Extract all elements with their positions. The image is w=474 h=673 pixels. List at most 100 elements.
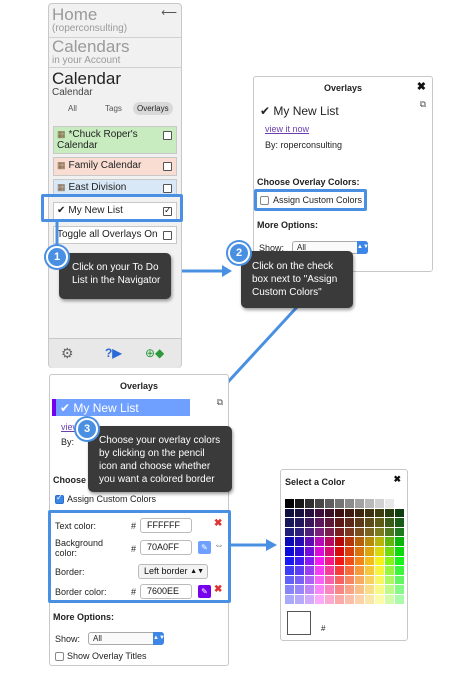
color-swatch[interactable] <box>355 527 364 537</box>
color-swatch[interactable] <box>335 508 344 518</box>
border-select[interactable]: Left border ▲▼ <box>138 564 208 579</box>
color-swatch[interactable] <box>395 595 404 604</box>
color-swatch[interactable] <box>315 585 324 594</box>
color-swatch[interactable] <box>295 537 304 546</box>
pencil-icon[interactable]: ✎ <box>198 585 211 598</box>
color-swatch[interactable] <box>295 556 304 566</box>
color-swatch[interactable] <box>355 595 364 604</box>
color-swatch[interactable] <box>295 527 304 537</box>
color-swatch[interactable] <box>385 527 394 537</box>
color-swatch[interactable] <box>365 527 374 537</box>
color-swatch[interactable] <box>305 499 314 508</box>
color-swatch[interactable] <box>285 518 294 527</box>
assign-custom-colors-checkbox[interactable] <box>260 196 269 205</box>
color-swatch[interactable] <box>395 527 404 537</box>
color-swatch[interactable] <box>335 499 344 508</box>
color-swatch[interactable] <box>375 527 384 537</box>
color-swatch[interactable] <box>325 518 334 527</box>
color-swatch[interactable] <box>375 518 384 527</box>
color-swatch[interactable] <box>315 508 324 518</box>
color-swatch[interactable] <box>335 595 344 604</box>
show-select[interactable]: All ▲▼ <box>88 632 165 645</box>
color-swatch[interactable] <box>335 575 344 585</box>
color-swatch[interactable] <box>395 508 404 518</box>
color-swatch[interactable] <box>375 585 384 594</box>
color-swatch[interactable] <box>315 595 324 604</box>
color-swatch[interactable] <box>365 518 374 527</box>
color-swatch[interactable] <box>385 508 394 518</box>
color-swatch[interactable] <box>345 585 354 594</box>
color-swatch[interactable] <box>305 575 314 585</box>
color-swatch[interactable] <box>365 499 374 508</box>
color-swatch[interactable] <box>345 499 354 508</box>
color-swatch[interactable] <box>355 537 364 546</box>
color-swatch[interactable] <box>375 499 384 508</box>
color-swatch[interactable] <box>355 499 364 508</box>
color-swatch[interactable] <box>305 585 314 594</box>
color-swatch[interactable] <box>325 508 334 518</box>
show-overlay-titles-checkbox[interactable] <box>55 652 64 661</box>
color-swatch[interactable] <box>315 537 324 546</box>
color-swatch[interactable] <box>325 537 334 546</box>
color-swatch[interactable] <box>295 566 304 575</box>
color-swatch[interactable] <box>305 527 314 537</box>
color-swatch[interactable] <box>285 585 294 594</box>
color-swatch[interactable] <box>305 537 314 546</box>
color-swatch[interactable] <box>395 547 404 556</box>
color-swatch[interactable] <box>385 547 394 556</box>
color-swatch[interactable] <box>355 508 364 518</box>
color-swatch[interactable] <box>315 556 324 566</box>
color-swatch[interactable] <box>385 595 394 604</box>
clear-color-icon[interactable]: ✖ <box>214 518 222 529</box>
color-swatch[interactable] <box>315 575 324 585</box>
color-swatch[interactable] <box>355 566 364 575</box>
color-swatch[interactable] <box>335 537 344 546</box>
color-swatch[interactable] <box>315 527 324 537</box>
color-swatch[interactable] <box>385 566 394 575</box>
color-swatch[interactable] <box>345 566 354 575</box>
color-swatch[interactable] <box>365 595 374 604</box>
color-swatch[interactable] <box>335 547 344 556</box>
color-swatch[interactable] <box>315 499 324 508</box>
clear-color-icon[interactable]: ✖ <box>214 584 222 595</box>
color-swatch[interactable] <box>295 499 304 508</box>
color-swatch[interactable] <box>365 537 374 546</box>
color-swatch[interactable] <box>285 537 294 546</box>
color-swatch[interactable] <box>375 556 384 566</box>
color-swatch[interactable] <box>305 518 314 527</box>
color-swatch[interactable] <box>365 547 374 556</box>
color-swatch[interactable] <box>305 547 314 556</box>
color-swatch[interactable] <box>385 585 394 594</box>
color-swatch[interactable] <box>295 518 304 527</box>
color-swatch[interactable] <box>325 566 334 575</box>
color-swatch[interactable] <box>325 547 334 556</box>
color-swatch[interactable] <box>375 575 384 585</box>
color-swatch[interactable] <box>345 547 354 556</box>
color-swatch[interactable] <box>395 518 404 527</box>
color-swatch[interactable] <box>375 595 384 604</box>
color-swatch[interactable] <box>335 527 344 537</box>
color-swatch[interactable] <box>315 547 324 556</box>
external-link-icon[interactable]: ⧉ <box>217 397 223 408</box>
color-swatch[interactable] <box>375 537 384 546</box>
color-swatch[interactable] <box>305 566 314 575</box>
color-swatch[interactable] <box>345 518 354 527</box>
color-swatch[interactable] <box>285 527 294 537</box>
color-swatch[interactable] <box>285 499 294 508</box>
color-swatch[interactable] <box>395 585 404 594</box>
color-swatch[interactable] <box>355 575 364 585</box>
color-swatch[interactable] <box>345 537 354 546</box>
color-swatch[interactable] <box>335 518 344 527</box>
color-swatch[interactable] <box>385 518 394 527</box>
color-swatch-grid[interactable] <box>285 499 405 605</box>
color-swatch[interactable] <box>285 595 294 604</box>
color-swatch[interactable] <box>295 595 304 604</box>
color-swatch[interactable] <box>385 556 394 566</box>
pencil-icon[interactable]: ✎ <box>198 541 211 554</box>
color-swatch[interactable] <box>345 527 354 537</box>
color-swatch[interactable] <box>335 585 344 594</box>
color-swatch[interactable] <box>385 575 394 585</box>
color-swatch[interactable] <box>325 585 334 594</box>
color-swatch[interactable] <box>285 508 294 518</box>
color-swatch[interactable] <box>305 556 314 566</box>
